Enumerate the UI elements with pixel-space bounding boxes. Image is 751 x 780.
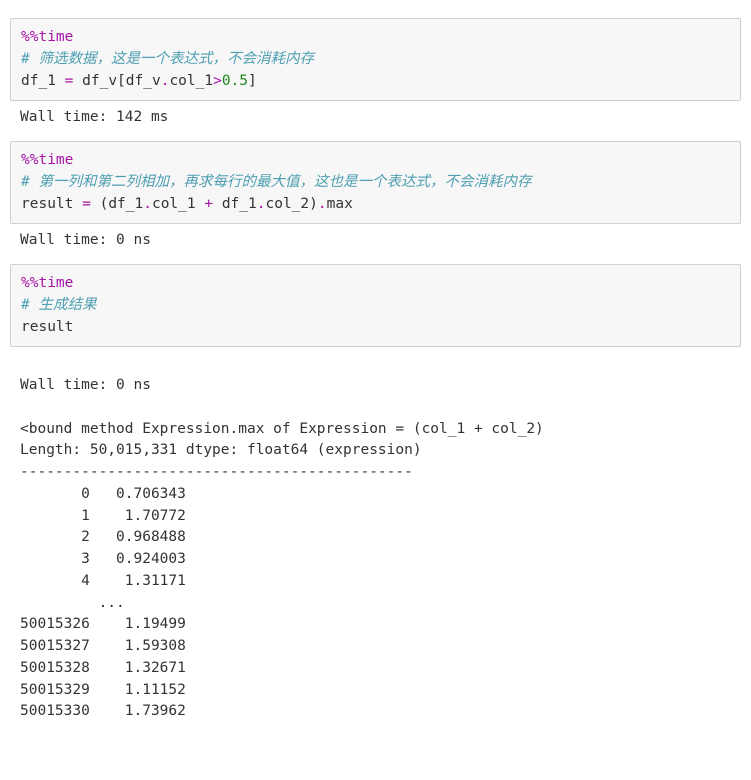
data-row: 50015328 1.32671 [20,660,186,676]
data-row: 2 0.968488 [20,529,186,545]
wall-time-1: Wall time: 142 ms [20,109,168,125]
comment-line: # 第一列和第二列相加，再求每行的最大值，这也是一个表达式，不会消耗内存 [21,172,730,194]
code-line: result = (df_1.col_1 + df_1.col_2).max [21,194,730,216]
data-row: 50015330 1.73962 [20,703,186,719]
data-row: 50015329 1.11152 [20,682,186,698]
magic-line: %%time [21,27,730,49]
data-row: 50015326 1.19499 [20,616,186,632]
ellipsis-row: ... [20,595,125,611]
magic-time: %%time [21,29,73,45]
code-cell-1: %%time # 筛选数据，这是一个表达式，不会消耗内存 df_1 = df_v… [10,18,741,101]
expr-line-2: Length: 50,015,331 dtype: float64 (expre… [20,442,422,458]
magic-line: %%time [21,273,730,295]
wall-time-3: Wall time: 0 ns [20,377,151,393]
data-row: 3 0.924003 [20,551,186,567]
magic-line: %%time [21,150,730,172]
code-line: result [21,317,730,339]
code-cell-2: %%time # 第一列和第二列相加，再求每行的最大值，这也是一个表达式，不会消… [10,141,741,224]
magic-time: %%time [21,152,73,168]
data-row: 1 1.70772 [20,508,186,524]
output-cell-2: Wall time: 0 ns [10,224,741,256]
expr-line-1: <bound method Expression.max of Expressi… [20,421,544,437]
comment-line: # 筛选数据，这是一个表达式，不会消耗内存 [21,49,730,71]
output-cell-1: Wall time: 142 ms [10,101,741,133]
code-line: df_1 = df_v[df_v.col_1>0.5] [21,71,730,93]
comment-line: # 生成结果 [21,295,730,317]
code-cell-3: %%time # 生成结果 result [10,264,741,347]
data-row: 0 0.706343 [20,486,186,502]
dash-line: ----------------------------------------… [20,464,413,480]
data-row: 50015327 1.59308 [20,638,186,654]
data-row: 4 1.31171 [20,573,186,589]
magic-time: %%time [21,275,73,291]
wall-time-2: Wall time: 0 ns [20,232,151,248]
output-cell-3: Wall time: 0 ns <bound method Expression… [10,347,741,727]
